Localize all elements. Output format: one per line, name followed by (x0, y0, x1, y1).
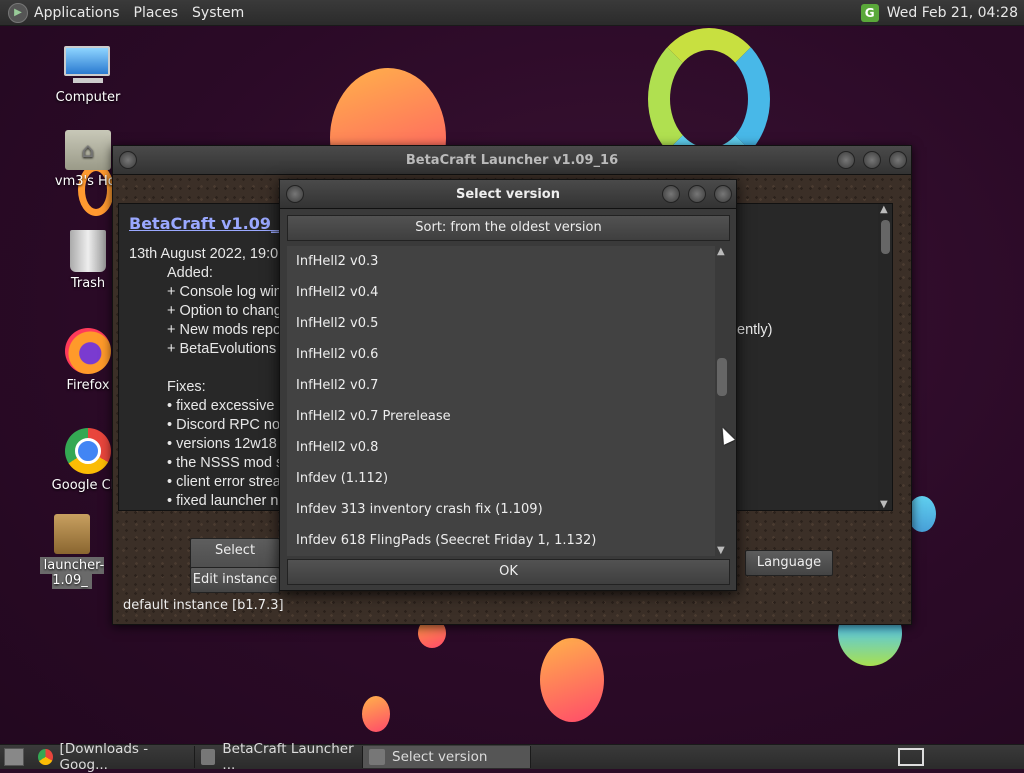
home-folder-icon: ⌂ (65, 130, 111, 170)
taskbar-item-downloads[interactable]: [Downloads - Goog... (32, 741, 195, 773)
dialog-title: Select version (456, 186, 560, 202)
launcher-title: BetaCraft Launcher v1.09_16 (405, 152, 619, 168)
edit-instance-button[interactable]: Edit instance (190, 567, 280, 593)
launcher-icon (201, 749, 216, 765)
workspace-switcher[interactable] (898, 748, 924, 766)
instance-label: default instance [b1.7.3] (123, 598, 284, 613)
changelog-line: 13th August 2022, 19:0 (129, 246, 279, 262)
menu-applications[interactable]: Applications (34, 5, 120, 21)
dialog-titlebar[interactable]: Select version (280, 180, 736, 209)
firefox-icon (65, 328, 111, 374)
scroll-up-icon[interactable]: ▲ (880, 204, 888, 215)
package-icon (54, 514, 90, 554)
changelog-line: ently) (737, 322, 773, 338)
window-menu-button[interactable] (119, 151, 137, 169)
minimize-button[interactable] (837, 151, 855, 169)
version-list[interactable]: InfHell2 v0.3 InfHell2 v0.4 InfHell2 v0.… (287, 246, 715, 556)
menu-system[interactable]: System (192, 5, 244, 21)
wallpaper-blob (908, 496, 936, 532)
maximize-button[interactable] (688, 185, 706, 203)
scroll-down-icon[interactable]: ▼ (717, 545, 725, 556)
version-item[interactable]: InfHell2 v0.4 (287, 277, 715, 308)
scrollbar-thumb[interactable] (717, 358, 727, 396)
changelog-line: + BetaEvolutions (167, 341, 277, 357)
close-button[interactable] (714, 185, 732, 203)
launcher-titlebar[interactable]: BetaCraft Launcher v1.09_16 (113, 146, 911, 175)
bottom-panel: [Downloads - Goog... BetaCraft Launcher … (0, 741, 1024, 773)
version-item[interactable]: InfHell2 v0.7 Prerelease (287, 401, 715, 432)
taskbar-item-label: Select version (392, 749, 488, 765)
version-item[interactable]: Infdev 313 inventory crash fix (1.109) (287, 494, 715, 525)
version-item[interactable]: Infdev 618 FlingPads (Seecret Friday 1, … (287, 525, 715, 556)
desktop-icon-computer[interactable]: Computer (40, 46, 136, 105)
taskbar-item-label: BetaCraft Launcher ... (222, 741, 354, 773)
taskbar-item-label: [Downloads - Goog... (59, 741, 149, 773)
desktop-icon-label: Trash (70, 276, 106, 291)
language-button[interactable]: Language (745, 550, 833, 576)
scroll-up-icon[interactable]: ▲ (717, 246, 725, 257)
changelog-line: Added: (167, 265, 213, 281)
desktop-icon-launcher[interactable]: launcher-1.09_ (24, 514, 120, 589)
version-list-scrollbar[interactable]: ▲ ▼ (715, 246, 729, 556)
trash-icon (70, 230, 106, 272)
scroll-down-icon[interactable]: ▼ (880, 499, 888, 510)
update-notifier-icon[interactable]: G (860, 3, 879, 22)
changelog-line: Fixes: (167, 379, 206, 395)
changelog-line: • versions 12w18 (167, 436, 277, 452)
version-item[interactable]: InfHell2 v0.8 (287, 432, 715, 463)
changelog-line: • Discord RPC no (167, 417, 281, 433)
chrome-icon (65, 428, 111, 474)
version-item[interactable]: InfHell2 v0.7 (287, 370, 715, 401)
clock[interactable]: Wed Feb 21, 04:28 (887, 5, 1018, 21)
changelog-line: • client error strea (167, 474, 281, 490)
version-item[interactable]: InfHell2 v0.6 (287, 339, 715, 370)
close-button[interactable] (889, 151, 907, 169)
menu-places[interactable]: Places (134, 5, 179, 21)
launcher-icon (369, 749, 385, 765)
ok-button[interactable]: OK (287, 559, 730, 585)
version-item[interactable]: Infdev (1.112) (287, 463, 715, 494)
taskbar-item-select-version[interactable]: Select version (363, 746, 531, 768)
changelog-line: • fixed launcher n (167, 493, 279, 509)
minimize-button[interactable] (662, 185, 680, 203)
window-menu-button[interactable] (286, 185, 304, 203)
wallpaper-blob (540, 638, 604, 722)
mate-menu-icon[interactable]: ▶ (8, 2, 28, 23)
wallpaper-blob (362, 696, 390, 732)
top-panel: ▶ Applications Places System G Wed Feb 2… (0, 0, 1024, 26)
sort-order-button[interactable]: Sort: from the oldest version (287, 215, 730, 241)
version-item[interactable]: InfHell2 v0.5 (287, 308, 715, 339)
desktop-icon-label: Firefox (66, 378, 110, 393)
taskbar-item-launcher[interactable]: BetaCraft Launcher ... (195, 741, 363, 773)
changelog-line: • fixed excessive (167, 398, 275, 414)
version-item[interactable]: InfHell2 v0.3 (287, 246, 715, 277)
computer-icon (64, 46, 112, 86)
scrollbar-thumb[interactable] (881, 220, 890, 254)
changelog-line: + Console log win (167, 284, 282, 300)
desktop-icon-label: launcher-1.09_ (39, 557, 105, 589)
changelog-scrollbar[interactable]: ▲ ▼ (878, 204, 892, 510)
maximize-button[interactable] (863, 151, 881, 169)
changelog-line: • the NSSS mod s (167, 455, 284, 471)
select-version-dialog: Select version Sort: from the oldest ver… (279, 179, 737, 591)
changelog-line: + Option to chang (167, 303, 282, 319)
show-desktop-icon[interactable] (4, 748, 24, 766)
chrome-icon (38, 749, 53, 765)
desktop-icon-label: Computer (55, 90, 121, 105)
changelog-line: + New mods repo (167, 322, 282, 338)
